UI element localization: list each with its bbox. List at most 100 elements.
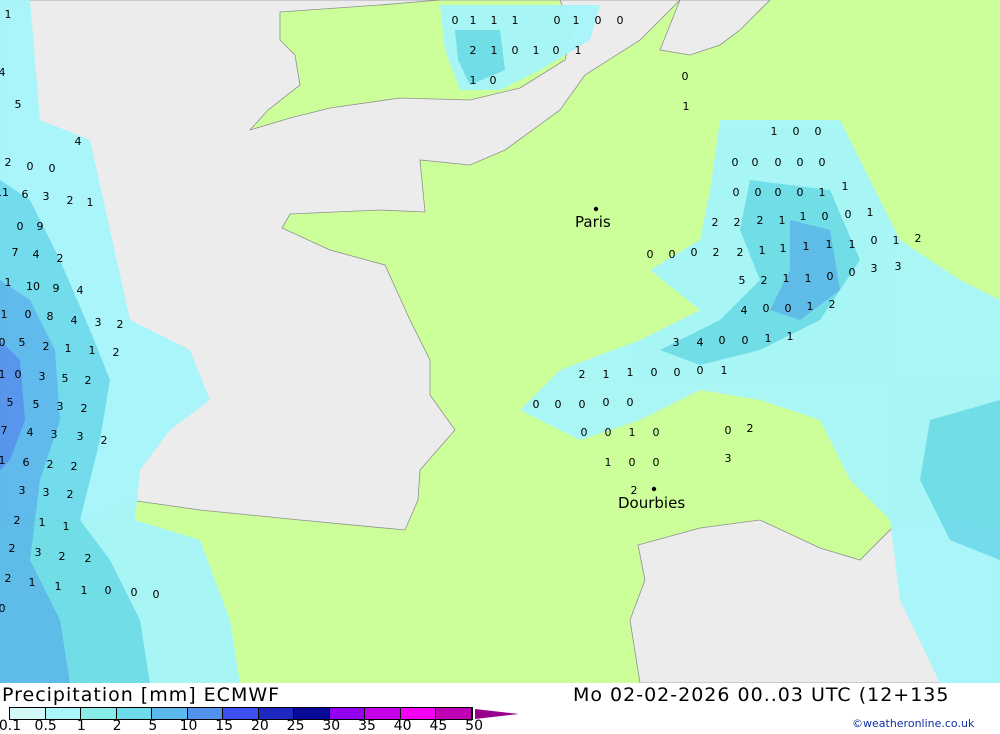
legend-tick-label: 40 — [393, 718, 412, 734]
precip-value-label: 4 — [33, 248, 40, 261]
precip-value-label: 0 — [153, 588, 160, 601]
forecast-datetime: Mo 02-02-2026 00..03 UTC (12+135 — [573, 684, 950, 706]
legend-tick-label: 0.5 — [34, 718, 57, 734]
precip-value-label: 0 — [775, 156, 782, 169]
precip-value-label: 0 — [682, 70, 689, 83]
precip-value-label: 3 — [871, 262, 878, 275]
precip-value-label: 0 — [653, 456, 660, 469]
precip-value-label: 1 — [627, 366, 634, 379]
precip-value-label: 1 — [803, 240, 810, 253]
precip-value-label: 2 — [713, 246, 720, 259]
precip-value-label: 2 — [579, 368, 586, 381]
precip-value-label: 2 — [734, 216, 741, 229]
precip-value-label: 6 — [23, 456, 30, 469]
precip-value-label: 0 — [605, 426, 612, 439]
precip-value-label: 1 — [819, 186, 826, 199]
footer: Precipitation [mm] ECMWF Mo 02-02-2026 0… — [0, 683, 1000, 734]
precip-value-label: 1 — [575, 44, 582, 57]
precip-value-label: 0 — [849, 266, 856, 279]
precip-value-label: 0 — [581, 426, 588, 439]
precip-value-label: 2 — [113, 346, 120, 359]
precip-value-label: 1 — [759, 244, 766, 257]
precip-value-label: 1 — [779, 214, 786, 227]
precip-value-label: 0 — [752, 156, 759, 169]
precip-value-label: 0 — [49, 162, 56, 175]
legend-tick-label: 1 — [76, 718, 86, 734]
legend-tick-label: 5 — [148, 718, 158, 734]
precip-value-label: 1 — [512, 14, 519, 27]
legend-tick-label: 0.1 — [0, 718, 22, 734]
precip-value-label: 0 — [674, 366, 681, 379]
legend-tick-label: 45 — [429, 718, 448, 734]
precip-value-label: 1 — [533, 44, 540, 57]
precip-value-label: 0 — [651, 366, 658, 379]
city-label-dourbies: Dourbies — [618, 494, 685, 512]
credit-link[interactable]: ©weatheronline.co.uk — [852, 717, 974, 730]
precip-value-label: 4 — [697, 336, 704, 349]
precip-value-label: 4 — [71, 314, 78, 327]
precip-value-label: 0 — [105, 584, 112, 597]
precip-value-label: 0 — [131, 586, 138, 599]
precip-value-label: 0 — [742, 334, 749, 347]
precip-value-label: 4 — [0, 66, 6, 79]
precip-value-label: 0 — [627, 396, 634, 409]
precip-value-label: 0 — [603, 396, 610, 409]
precip-value-label: 0 — [0, 602, 6, 615]
precip-value-label: 2 — [829, 298, 836, 311]
precip-value-label: 2 — [712, 216, 719, 229]
precip-value-label: 0 — [669, 248, 676, 261]
precip-value-label: 1 — [826, 238, 833, 251]
precip-value-label: 0 — [653, 426, 660, 439]
precip-value-label: 3 — [19, 484, 26, 497]
precip-value-label: 5 — [739, 274, 746, 287]
precip-value-label: 0 — [827, 270, 834, 283]
precip-value-label: 1 — [0, 454, 6, 467]
precip-value-label: 1 — [63, 520, 70, 533]
precip-value-label: 0 — [533, 398, 540, 411]
legend-tick-label: 30 — [322, 718, 341, 734]
precip-value-label: 0 — [763, 302, 770, 315]
precip-value-label: 7 — [1, 424, 8, 437]
precip-value-label: 4 — [27, 426, 34, 439]
precip-value-label: 0 — [793, 125, 800, 138]
precip-value-label: 1 — [849, 238, 856, 251]
precip-value-label: 2 — [470, 44, 477, 57]
precip-value-label: 2 — [757, 214, 764, 227]
precip-value-label: 1 — [787, 330, 794, 343]
precip-value-label: 1 — [89, 344, 96, 357]
precip-value-label: 0 — [819, 156, 826, 169]
precip-value-label: 0 — [579, 398, 586, 411]
precip-value-label: 2 — [915, 232, 922, 245]
precip-value-label: 1 — [683, 100, 690, 113]
precip-value-label: 2 — [14, 514, 21, 527]
precip-value-label: 0 — [822, 210, 829, 223]
precip-value-label: 2 — [761, 274, 768, 287]
precip-value-label: 8 — [47, 310, 54, 323]
precip-value-label: 3 — [725, 452, 732, 465]
precip-value-label: 5 — [62, 372, 69, 385]
precip-value-label: 6 — [22, 188, 29, 201]
map-title: Precipitation [mm] ECMWF — [2, 684, 281, 706]
precip-value-label: 1 — [5, 8, 12, 21]
precip-value-label: 2 — [9, 542, 16, 555]
precip-value-label: 9 — [37, 220, 44, 233]
precipitation-map: 0 1 1 1 0 1 0 0 2 1 0 1 0 1 1 0 0 1 1 0 0 0 0 0 0 0 0 0 0 0 1 1 2 2 2 1 1 0 0 1… — [0, 0, 1000, 683]
precip-value-label: 0 — [512, 44, 519, 57]
precip-value-label: 1 — [87, 196, 94, 209]
precip-value-label: 1 — [893, 234, 900, 247]
precip-value-label: 1 — [603, 368, 610, 381]
precip-value-label: 2 — [71, 460, 78, 473]
precip-value-label: 0 — [629, 456, 636, 469]
precip-value-label: 0 — [617, 14, 624, 27]
precip-value-label: 0 — [0, 336, 6, 349]
precip-value-label: 3 — [35, 546, 42, 559]
precip-value-label: 0 — [452, 14, 459, 27]
precip-value-label: 7 — [12, 246, 19, 259]
legend-tick-label: 10 — [179, 718, 198, 734]
precip-value-label: 2 — [737, 246, 744, 259]
precip-value-label: 1 — [0, 368, 6, 381]
precip-value-label: 1 — [771, 125, 778, 138]
precip-value-label: 2 — [59, 550, 66, 563]
legend-tick-label: 15 — [215, 718, 234, 734]
precip-value-label: 0 — [797, 156, 804, 169]
